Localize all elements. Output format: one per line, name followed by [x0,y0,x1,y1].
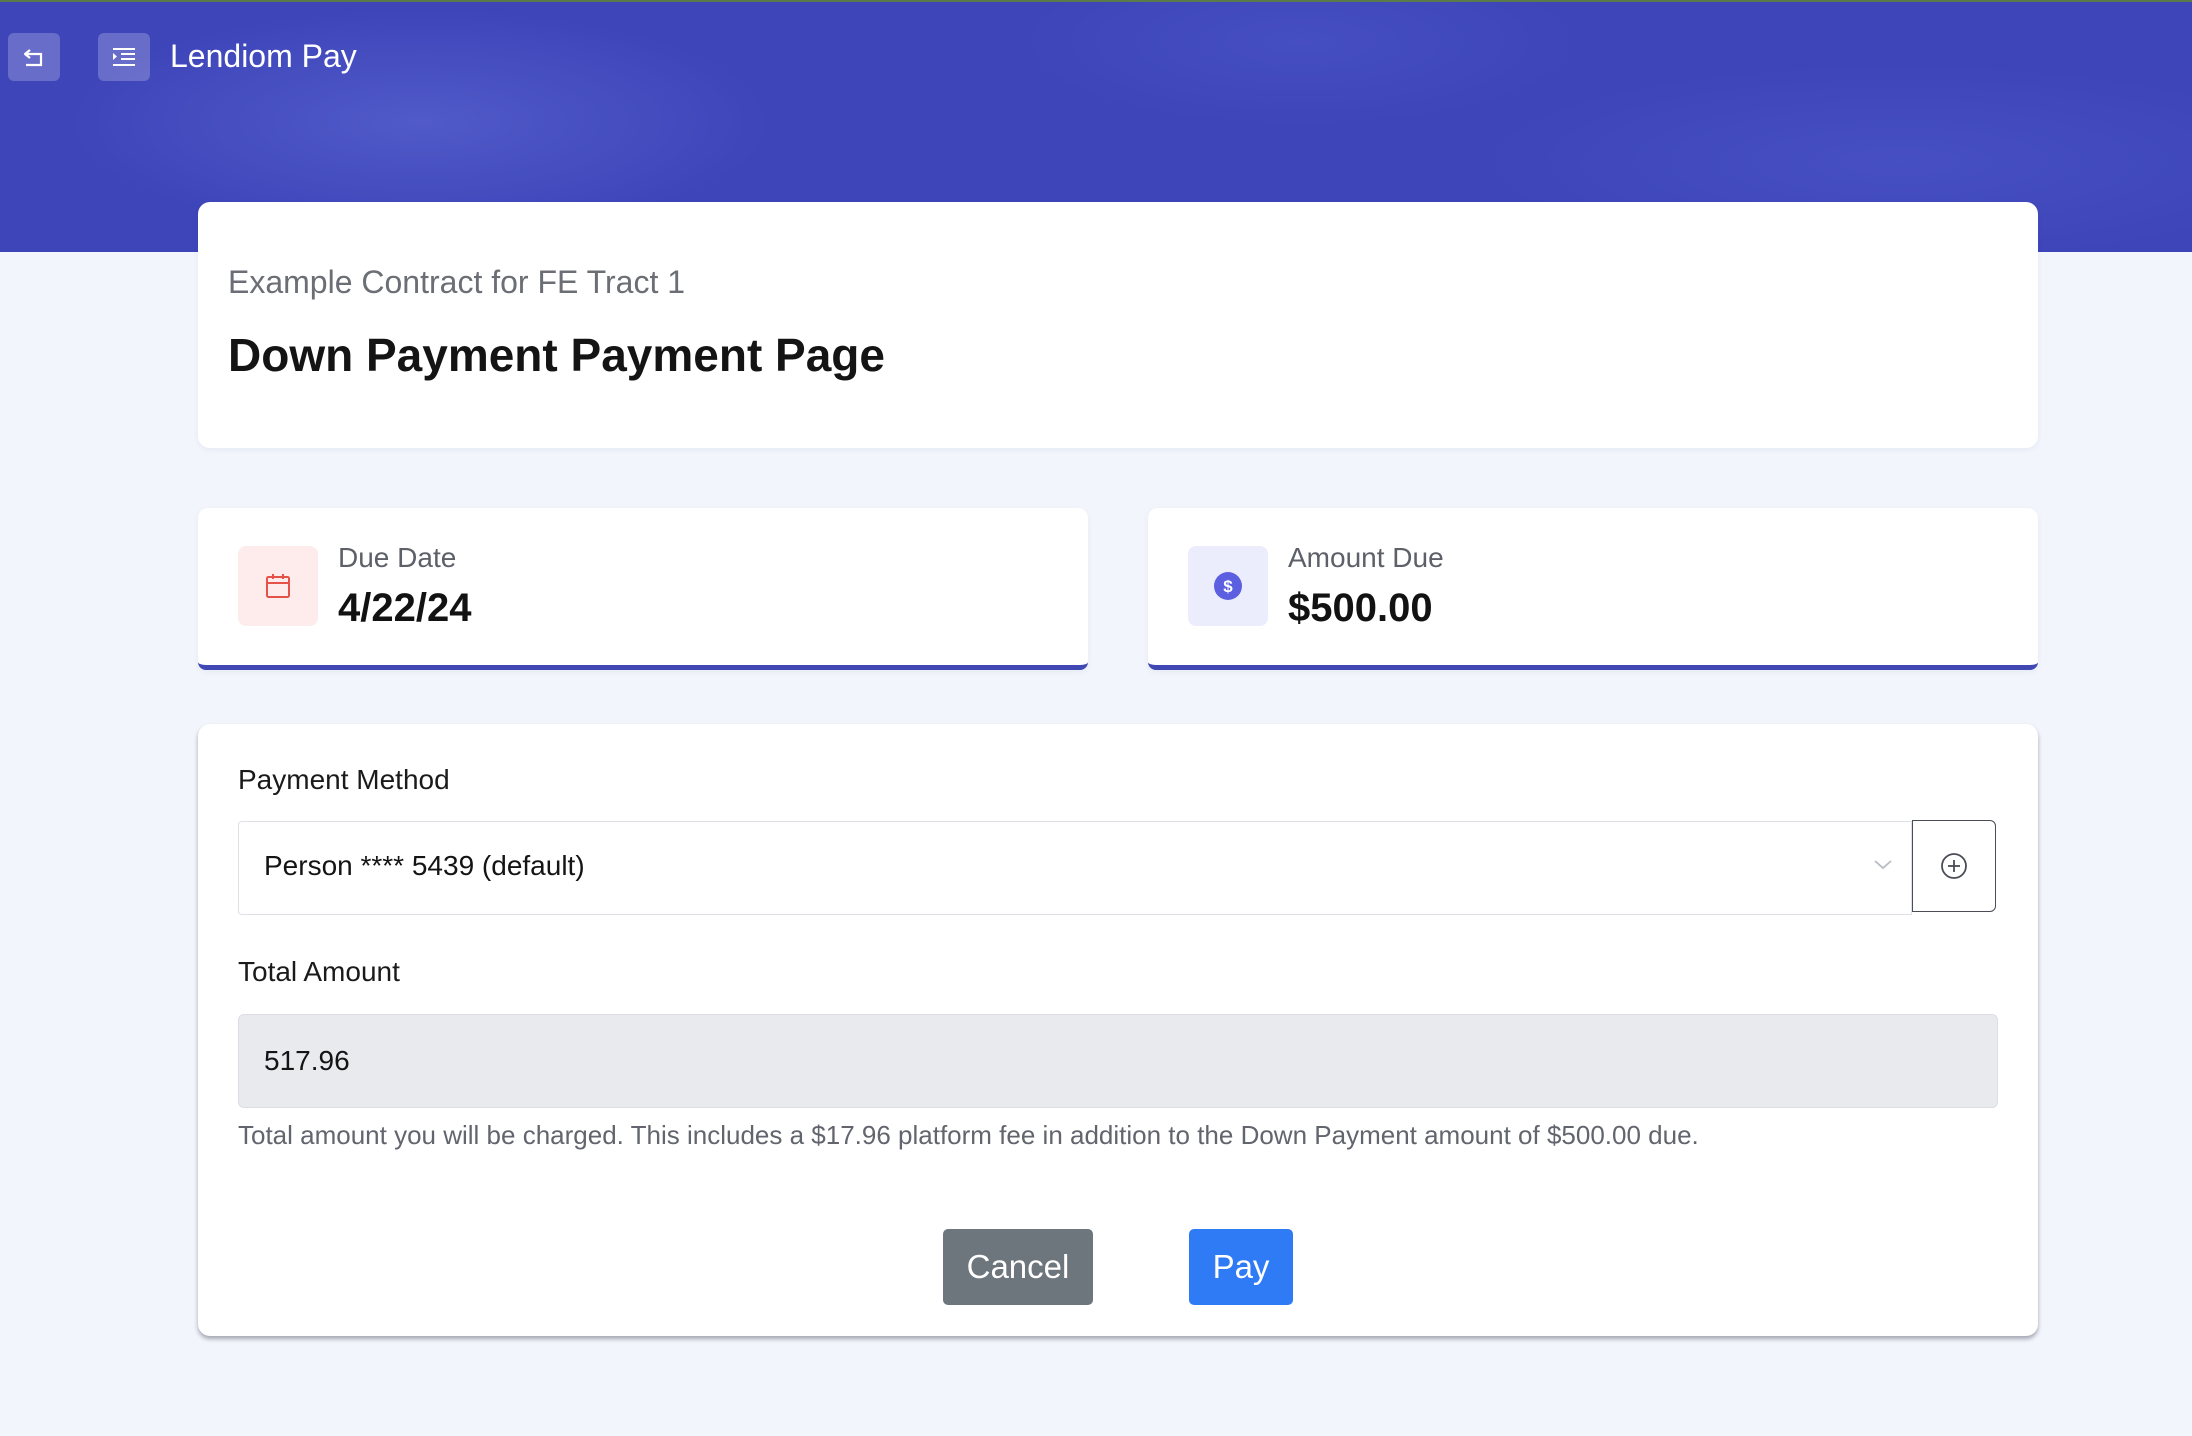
amount-due-icon-box: $ [1188,546,1268,626]
dollar-circle-icon: $ [1214,572,1242,600]
contract-name: Example Contract for FE Tract 1 [228,264,686,300]
total-amount-field[interactable]: 517.96 [238,1014,1998,1108]
payment-method-value: Person **** 5439 (default) [264,850,585,881]
calendar-icon [266,574,290,598]
due-date-icon-box [238,546,318,626]
total-amount-value: 517.96 [264,1045,350,1076]
svg-text:$: $ [1223,577,1233,596]
payment-form-card: Payment Method Person **** 5439 (default… [198,724,2038,1336]
menu-toggle-button[interactable] [98,33,150,81]
page-header-card: Example Contract for FE Tract 1 Down Pay… [198,202,2038,448]
amount-due-label: Amount Due [1288,542,1444,573]
amount-due-value: $500.00 [1288,586,1433,630]
cancel-button[interactable]: Cancel [943,1229,1093,1305]
due-date-label: Due Date [338,542,457,573]
total-amount-label: Total Amount [238,956,400,987]
page-title: Down Payment Payment Page [228,329,885,381]
back-arrow-icon [23,49,43,67]
chevron-down-icon [1874,860,1892,870]
total-amount-help-text: Total amount you will be charged. This i… [238,1120,1699,1150]
due-date-value: 4/22/24 [338,586,472,630]
plus-circle-icon [1941,853,1967,879]
top-bar: Lendiom Pay [0,0,2192,115]
back-button[interactable] [8,33,60,81]
add-payment-method-button[interactable] [1912,820,1996,912]
payment-method-label: Payment Method [238,764,450,795]
amount-due-card: $ Amount Due $500.00 [1148,508,2038,670]
pay-button[interactable]: Pay [1189,1229,1293,1305]
due-date-card: Due Date 4/22/24 [198,508,1088,670]
app-title: Lendiom Pay [170,38,357,74]
payment-method-select[interactable]: Person **** 5439 (default) [238,821,1912,915]
menu-indent-icon [113,48,135,66]
